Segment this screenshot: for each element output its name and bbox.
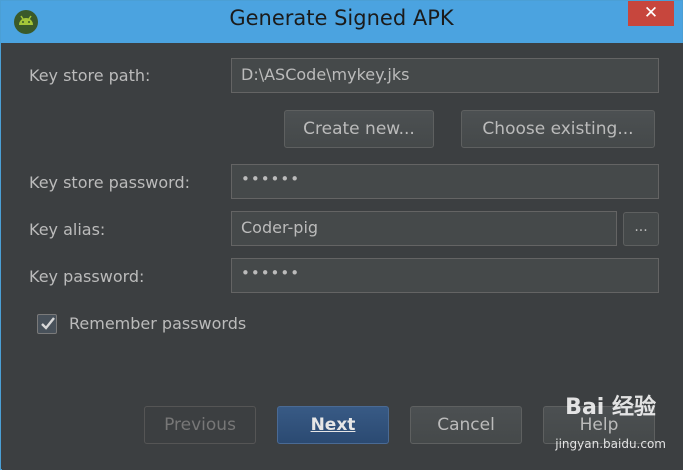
key-store-password-label: Key store password: xyxy=(29,173,190,192)
remember-passwords-checkbox[interactable] xyxy=(37,314,57,334)
create-new-button[interactable]: Create new... xyxy=(284,110,434,148)
close-icon: ✕ xyxy=(643,3,659,23)
close-button[interactable]: ✕ xyxy=(628,1,674,26)
key-alias-field[interactable]: Coder-pig xyxy=(231,211,617,246)
key-store-path-field[interactable]: D:\ASCode\mykey.jks xyxy=(231,58,659,93)
checkmark-icon xyxy=(41,317,55,330)
key-alias-label: Key alias: xyxy=(29,220,106,239)
watermark-brand: Bai 经验 xyxy=(565,395,656,420)
remember-passwords-label[interactable]: Remember passwords xyxy=(69,314,246,333)
cancel-button[interactable]: Cancel xyxy=(410,406,522,444)
watermark-url: jingyan.baidu.com xyxy=(555,437,666,451)
generate-signed-apk-dialog: Generate Signed APK ✕ Key store path: D:… xyxy=(0,0,683,470)
next-button[interactable]: Next xyxy=(277,406,389,444)
choose-existing-button[interactable]: Choose existing... xyxy=(461,110,655,148)
key-alias-browse-button[interactable]: ... xyxy=(623,212,659,246)
key-store-password-field[interactable]: •••••• xyxy=(231,164,659,199)
key-store-path-label: Key store path: xyxy=(29,66,151,85)
dialog-title: Generate Signed APK xyxy=(229,6,454,30)
key-password-field[interactable]: •••••• xyxy=(231,258,659,293)
key-password-label: Key password: xyxy=(29,267,145,286)
previous-button[interactable]: Previous xyxy=(144,406,256,444)
title-bar[interactable]: Generate Signed APK ✕ xyxy=(1,1,682,43)
